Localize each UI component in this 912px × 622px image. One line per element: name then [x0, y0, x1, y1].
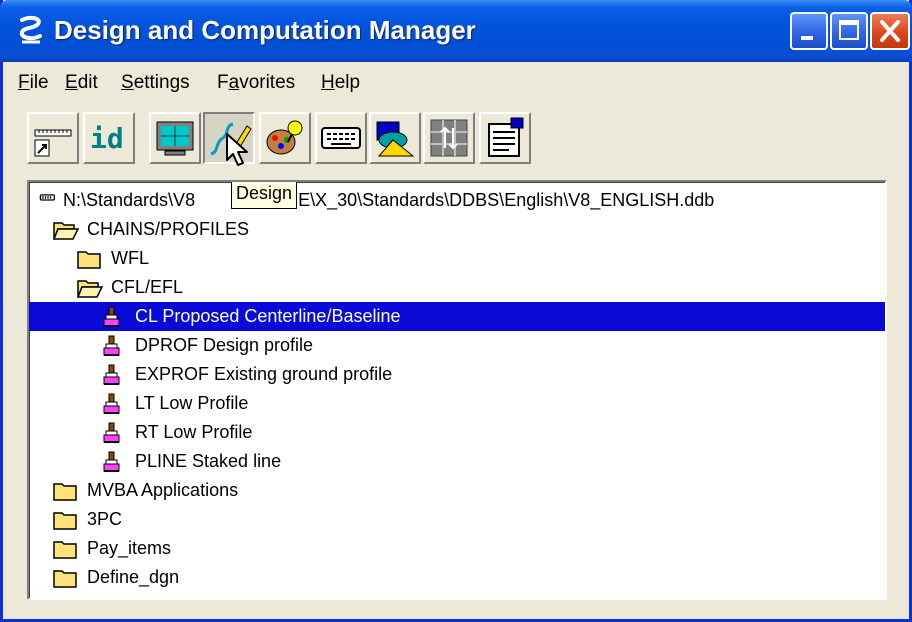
id-tool-button[interactable]: id [83, 112, 135, 164]
tree-node-label: DPROF Design profile [135, 335, 314, 355]
tree-node-label: CHAINS/PROFILES [87, 219, 250, 239]
folder-icon [53, 541, 77, 559]
tree-node-label: MVBA Applications [87, 480, 239, 500]
tree-node-label: CFL/EFL [111, 277, 184, 297]
tree-node-label: 3PC [87, 509, 123, 529]
tree-node-label: Define_dgn [87, 567, 180, 587]
keyboard-icon [321, 127, 361, 149]
maximize-button[interactable] [830, 12, 868, 50]
monitor-tool-button[interactable] [149, 112, 201, 164]
grid-icon [430, 119, 468, 157]
design-tooltip: Design [231, 182, 298, 209]
minimize-icon [801, 36, 813, 40]
folder-icon [53, 483, 77, 501]
tree-node-label: LT Low Profile [135, 393, 249, 413]
tree-node-label: CL Proposed Centerline/Baseline [131, 302, 405, 331]
tree-root-node[interactable]: N:\Standards\V8 URCE\X_30\Standards\DDBS\… [35, 186, 885, 215]
feature-item-icon [103, 393, 120, 414]
tree-view[interactable]: N:\Standards\V8 URCE\X_30\Standards\DDBS\… [27, 180, 887, 600]
database-icon [39, 194, 55, 201]
feature-item-icon [103, 451, 120, 472]
menu-settings[interactable]: Settings [121, 70, 190, 96]
palette-tool-button[interactable] [259, 112, 311, 164]
properties-icon [488, 117, 524, 157]
tree-node-label: WFL [111, 248, 149, 268]
toolbar: id [3, 108, 909, 174]
ruler-tool-button[interactable] [27, 112, 79, 164]
app-logo-icon [19, 15, 42, 44]
svg-text:id: id [90, 122, 124, 155]
tree-root-label: N:\Standards\V8 URCE\X_30\Standards\DDBS\… [63, 190, 715, 210]
properties-tool-button[interactable] [479, 112, 531, 164]
tree-node-label: RT Low Profile [135, 422, 253, 442]
tree-node-label: Pay_items [87, 538, 172, 558]
shapes-icon [376, 121, 415, 157]
keyboard-tool-button[interactable] [315, 112, 367, 164]
feature-item-icon [103, 335, 120, 356]
folder-icon [77, 251, 101, 269]
close-button[interactable] [870, 12, 910, 50]
shapes-tool-button[interactable] [369, 112, 421, 164]
folder-open-icon [53, 222, 79, 240]
menu-favorites[interactable]: Favorites [217, 70, 295, 96]
folder-open-icon [77, 280, 103, 298]
menu-label: Edit [65, 72, 98, 93]
window-title: Design and Computation Manager [54, 15, 476, 45]
id-icon: id [90, 122, 124, 155]
folder-icon [53, 570, 77, 588]
mouse-cursor-icon [226, 133, 248, 166]
title-bar[interactable]: Design and Computation Manager [0, 0, 912, 62]
ruler-icon [34, 129, 72, 157]
maximize-icon [839, 20, 859, 40]
close-icon [880, 20, 900, 42]
menu-label: Favorites [217, 72, 296, 93]
app-window: Design and Computation Manager File Edit… [0, 0, 912, 622]
grid-tool-button[interactable] [423, 112, 475, 164]
menu-file[interactable]: File [18, 70, 49, 96]
menu-help[interactable]: Help [321, 70, 360, 96]
menu-bar: File Edit Settings Favorites Help [3, 62, 909, 106]
feature-item-icon [103, 422, 120, 443]
tree-node-label: PLINE Staked line [135, 451, 282, 471]
feature-item-icon [103, 306, 120, 327]
menu-label: Help [321, 72, 361, 93]
folder-icon [53, 512, 77, 530]
monitor-icon [156, 121, 194, 156]
menu-label: Settings [121, 72, 190, 93]
feature-item-icon [103, 364, 120, 385]
palette-icon [266, 120, 303, 155]
menu-label: File [18, 72, 49, 93]
menu-edit[interactable]: Edit [65, 70, 98, 96]
minimize-button[interactable] [790, 12, 828, 50]
tree-node-label: EXPROF Existing ground profile [135, 364, 393, 384]
